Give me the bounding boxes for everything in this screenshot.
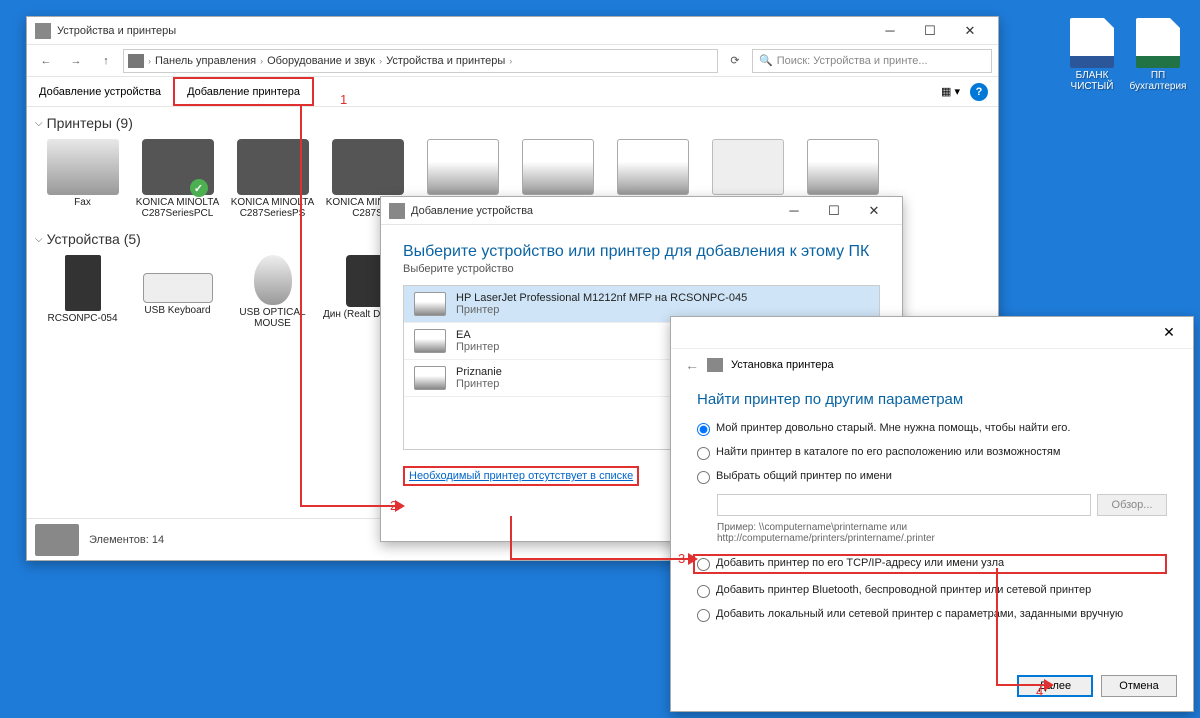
printer-item[interactable]: KONICA MINOLTA C287SeriesPS xyxy=(225,139,320,219)
printer-item[interactable]: ✓KONICA MINOLTA C287SeriesPCL xyxy=(130,139,225,219)
dialog-icon xyxy=(389,203,405,219)
status-text: Элементов: 14 xyxy=(89,534,164,546)
search-input[interactable]: 🔍 Поиск: Устройства и принте... xyxy=(752,49,992,73)
annotation-number: 1 xyxy=(340,92,347,107)
annotation-arrow xyxy=(510,558,690,560)
printer-icon xyxy=(414,329,446,353)
dialog-title: Добавление устройства xyxy=(411,205,533,217)
forward-button[interactable]: → xyxy=(63,49,89,73)
keyboard-icon xyxy=(143,273,213,303)
printer-icon xyxy=(807,139,879,195)
chevron-down-icon: ⌵ xyxy=(35,234,43,245)
add-device-button[interactable]: Добавление устройства xyxy=(27,77,173,106)
printer-icon xyxy=(707,358,723,372)
up-button[interactable]: ↑ xyxy=(93,49,119,73)
printer-icon: ✓ xyxy=(142,139,214,195)
annotation-arrow xyxy=(996,568,998,684)
computer-icon xyxy=(65,255,101,311)
annotation-arrow xyxy=(300,505,395,507)
breadcrumb-item[interactable]: Оборудование и звук xyxy=(267,55,375,67)
breadcrumb-item[interactable]: Панель управления xyxy=(155,55,256,67)
annotation-arrow xyxy=(300,105,302,505)
help-button[interactable]: ? xyxy=(970,83,988,101)
location-icon xyxy=(128,54,144,68)
share-name-input[interactable] xyxy=(717,494,1091,516)
titlebar[interactable]: Устройства и принтеры ─ ☐ ✕ xyxy=(27,17,998,45)
chevron-down-icon: ⌵ xyxy=(35,118,43,129)
option-local[interactable]: Добавить локальный или сетевой принтер с… xyxy=(697,608,1167,622)
close-button[interactable]: ✕ xyxy=(1153,324,1185,341)
section-label: Устройства (5) xyxy=(47,231,141,247)
printer-icon xyxy=(237,139,309,195)
refresh-button[interactable]: ⟳ xyxy=(722,49,748,73)
printer-item[interactable]: Fax xyxy=(35,139,130,219)
toolbar: Добавление устройства Добавление принтер… xyxy=(27,77,998,107)
device-item[interactable]: USB OPTICAL MOUSE xyxy=(225,255,320,329)
printer-icon xyxy=(414,292,446,316)
status-icon xyxy=(35,524,79,556)
dialog-header: Установка принтера xyxy=(731,359,834,371)
back-button[interactable]: ← xyxy=(33,49,59,73)
install-printer-dialog: ✕ ← Установка принтера Найти принтер по … xyxy=(670,316,1194,712)
breadcrumb[interactable]: › Панель управления › Оборудование и зву… xyxy=(123,49,718,73)
chevron-icon: › xyxy=(148,56,151,66)
window-icon xyxy=(35,23,51,39)
option-old-printer[interactable]: Мой принтер довольно старый. Мне нужна п… xyxy=(697,422,1167,436)
close-button[interactable]: ✕ xyxy=(950,18,990,44)
minimize-button[interactable]: ─ xyxy=(774,198,814,224)
chevron-icon: › xyxy=(379,56,382,66)
breadcrumb-item[interactable]: Устройства и принтеры xyxy=(386,55,505,67)
annotation-arrowhead xyxy=(1044,679,1054,691)
annotation-number: 4 xyxy=(1036,684,1043,699)
next-button[interactable]: Далее xyxy=(1017,675,1093,697)
device-item[interactable]: USB Keyboard xyxy=(130,255,225,329)
back-button[interactable]: ← xyxy=(685,357,699,373)
printer-icon xyxy=(617,139,689,195)
printer-icon xyxy=(414,366,446,390)
cancel-button[interactable]: Отмена xyxy=(1101,675,1177,697)
annotation-number: 2 xyxy=(390,498,397,513)
desktop-icon-label: ПП бухгалтерия xyxy=(1128,70,1188,92)
search-placeholder: Поиск: Устройства и принте... xyxy=(777,55,928,67)
fax-icon xyxy=(47,139,119,195)
printer-not-listed-link[interactable]: Необходимый принтер отсутствует в списке xyxy=(403,466,639,486)
minimize-button[interactable]: ─ xyxy=(870,18,910,44)
printer-icon xyxy=(332,139,404,195)
chevron-icon: › xyxy=(509,56,512,66)
view-button[interactable]: ▦ ▾ xyxy=(941,85,960,98)
dialog-subheading: Выберите устройство xyxy=(403,263,880,275)
annotation-number: 3 xyxy=(678,551,685,566)
printer-icon xyxy=(522,139,594,195)
option-bluetooth[interactable]: Добавить принтер Bluetooth, беспроводной… xyxy=(697,584,1167,598)
dialog-heading: Найти принтер по другим параметрам xyxy=(697,391,1167,408)
close-button[interactable]: ✕ xyxy=(854,198,894,224)
device-item[interactable]: RCSONPC-054 xyxy=(35,255,130,329)
printer-icon xyxy=(712,139,784,195)
window-title: Устройства и принтеры xyxy=(57,25,176,37)
add-printer-button[interactable]: Добавление принтера xyxy=(173,77,314,106)
option-catalog[interactable]: Найти принтер в каталоге по его располож… xyxy=(697,446,1167,460)
browse-button[interactable]: Обзор... xyxy=(1097,494,1167,516)
chevron-icon: › xyxy=(260,56,263,66)
annotation-arrowhead xyxy=(688,553,698,565)
mouse-icon xyxy=(254,255,292,305)
desktop-icon-excel[interactable]: ПП бухгалтерия xyxy=(1128,18,1188,92)
maximize-button[interactable]: ☐ xyxy=(910,18,950,44)
section-label: Принтеры (9) xyxy=(47,115,133,131)
maximize-button[interactable]: ☐ xyxy=(814,198,854,224)
option-shared[interactable]: Выбрать общий принтер по имени xyxy=(697,470,1167,484)
navigation-bar: ← → ↑ › Панель управления › Оборудование… xyxy=(27,45,998,77)
example-text: Пример: \\computername\printername илиht… xyxy=(697,522,1167,544)
printer-icon xyxy=(427,139,499,195)
dialog-heading: Выберите устройство или принтер для доба… xyxy=(403,243,880,261)
desktop-icon-word[interactable]: БЛАНК ЧИСТЫЙ xyxy=(1062,18,1122,92)
default-check-icon: ✓ xyxy=(190,179,208,197)
annotation-arrow xyxy=(510,516,512,558)
printers-section-header[interactable]: ⌵ Принтеры (9) xyxy=(27,111,998,135)
option-tcpip[interactable]: Добавить принтер по его TCP/IP-адресу ил… xyxy=(693,554,1167,574)
desktop-icon-label: БЛАНК ЧИСТЫЙ xyxy=(1062,70,1122,92)
search-icon: 🔍 xyxy=(759,54,773,67)
